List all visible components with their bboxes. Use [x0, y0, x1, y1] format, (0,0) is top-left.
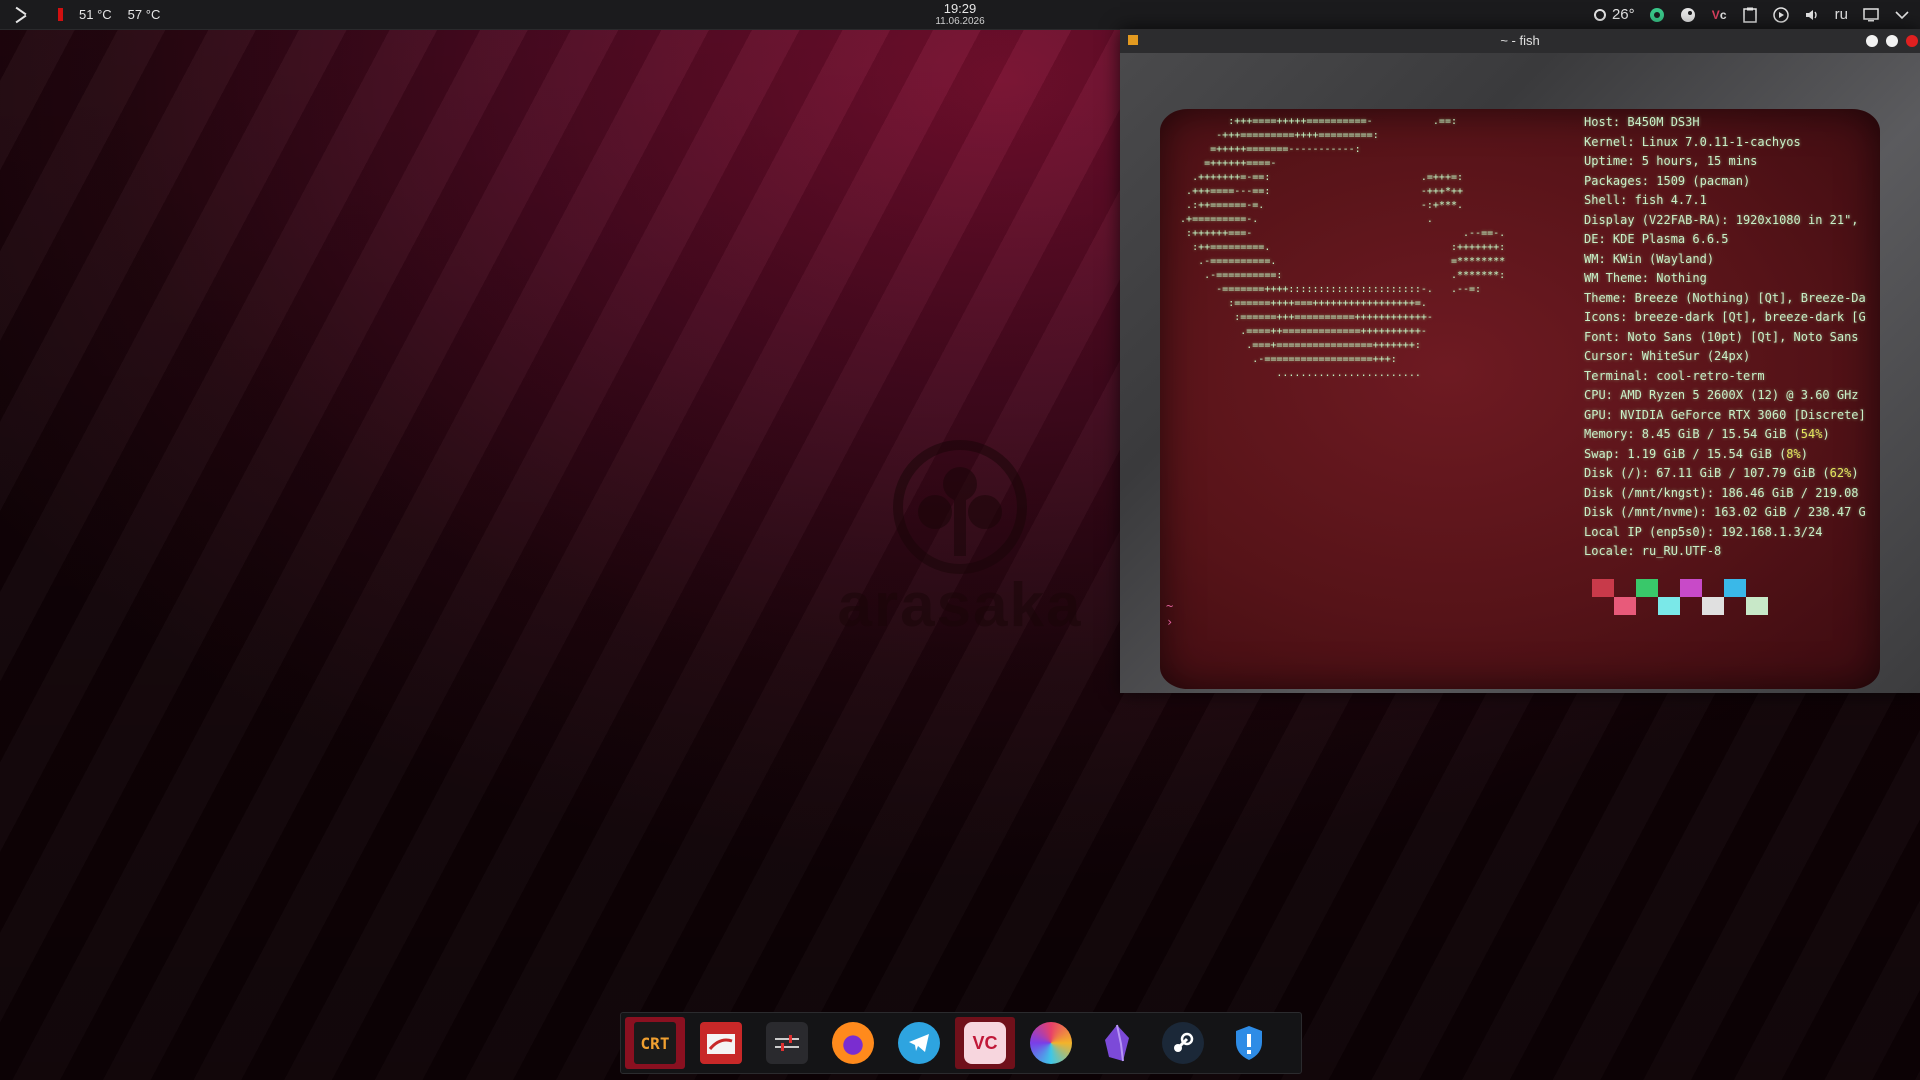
info-line: Icons: breeze-dark [Qt], breeze-dark [G — [1584, 310, 1866, 324]
info-line: Shell: fish 4.7.1 — [1584, 193, 1707, 207]
mixer-icon — [766, 1022, 808, 1064]
palette-swatch — [1702, 597, 1724, 615]
shell-prompt: ~ — [1166, 599, 1174, 613]
swap-percent: 8% — [1786, 446, 1801, 461]
vencord-tray-icon[interactable]: Vc — [1711, 6, 1728, 23]
palette-swatch — [1592, 579, 1614, 597]
info-line: Display (V22FAB-RA): 1920x1080 in 21", — [1584, 212, 1859, 227]
dock-item-file-manager[interactable] — [691, 1017, 751, 1069]
arasaka-emblem — [893, 440, 1027, 574]
terminal-window[interactable]: ~ - fish :+++====+++++==========- .==: -… — [1120, 29, 1920, 693]
info-line: Cursor: WhiteSur (24px) — [1584, 349, 1751, 363]
keyboard-layout[interactable]: ru — [1835, 6, 1848, 23]
palette-swatch — [1680, 579, 1702, 597]
volume-icon[interactable] — [1804, 6, 1821, 23]
palette-swatch — [1724, 579, 1746, 597]
info-line: Kernel: Linux 7.0.11-1-cachyos — [1584, 134, 1801, 149]
dock-item-cool-retro-term[interactable]: CRT — [625, 1017, 685, 1069]
clock-date: 11.06.2026 — [935, 16, 985, 27]
gpu-temperature[interactable]: 57 °C — [128, 7, 161, 22]
disk-root-label: Disk (/): 67.11 GiB / 107.79 GiB ( — [1584, 466, 1830, 480]
ksnip-icon — [1030, 1022, 1072, 1064]
temperature-bar-icon — [58, 8, 63, 21]
display-icon[interactable] — [1862, 6, 1879, 23]
disk-root-percent: 62% — [1829, 466, 1852, 480]
window-titlebar[interactable]: ~ - fish — [1120, 29, 1920, 53]
telegram-icon — [898, 1022, 940, 1064]
weather-widget[interactable]: 26° — [1593, 6, 1635, 23]
terminal-screen[interactable]: :+++====+++++==========- .==: -+++======… — [1160, 109, 1880, 689]
tray-app-icon[interactable] — [1649, 6, 1666, 23]
info-line: CPU: AMD Ryzen 5 2600X (12) @ 3.60 GHz — [1584, 388, 1859, 402]
info-line: Theme: Breeze (Nothing) [Qt], Breeze-Da — [1584, 290, 1866, 305]
dock-item-ksnip[interactable] — [1021, 1017, 1081, 1069]
window-title: ~ - fish — [1500, 33, 1540, 48]
top-panel: 51 °C 57 °C 19:29 11.06.2026 26° Vc ru — [0, 0, 1920, 30]
steam-icon — [1162, 1022, 1204, 1064]
dock-item-mixer[interactable] — [757, 1017, 817, 1069]
fastfetch-info: Host: B450M DS3H Kernel: Linux 7.0.11-1-… — [1584, 113, 1880, 562]
weather-temperature: 26° — [1611, 6, 1635, 23]
dock-item-telegram[interactable] — [889, 1017, 949, 1069]
info-line: GPU: NVIDIA GeForce RTX 3060 [Discrete] — [1584, 407, 1866, 422]
maximize-button[interactable] — [1886, 35, 1898, 47]
palette-swatch — [1614, 597, 1636, 615]
sun-icon — [1593, 8, 1606, 21]
wallpaper-logo: arasaka — [795, 440, 1125, 650]
crt-bezel: :+++====+++++==========- .==: -+++======… — [1120, 53, 1920, 693]
info-line: Local IP (enp5s0): 192.168.1.3/24 — [1584, 524, 1823, 539]
firefox-icon — [832, 1022, 874, 1064]
app-launcher-icon[interactable] — [12, 6, 30, 24]
info-line: Packages: 1509 (pacman) — [1584, 173, 1751, 188]
dock-item-security[interactable] — [1219, 1017, 1279, 1069]
dock-item-vencord[interactable]: VC — [955, 1017, 1015, 1069]
dock-item-firefox[interactable] — [823, 1017, 883, 1069]
dock-item-obsidian[interactable] — [1087, 1017, 1147, 1069]
palette-swatch — [1636, 579, 1658, 597]
digital-clock[interactable]: 19:29 11.06.2026 — [912, 2, 1008, 28]
palette-swatch — [1658, 597, 1680, 615]
info-line-swap: Swap: 1.19 GiB / 15.54 GiB (8%) — [1584, 446, 1808, 461]
shield-icon — [1228, 1022, 1270, 1064]
cpu-temperature[interactable]: 51 °C — [79, 7, 112, 22]
dock-item-steam[interactable] — [1153, 1017, 1213, 1069]
info-line: WM Theme: Nothing — [1584, 271, 1707, 285]
info-line: WM: KWin (Wayland) — [1584, 251, 1715, 266]
color-palette — [1592, 579, 1772, 615]
info-line: Disk (/mnt/nvme): 163.02 GiB / 238.47 G — [1584, 505, 1866, 519]
fastfetch-ascii-logo: :+++====+++++==========- .==: -+++======… — [1180, 116, 1506, 379]
info-line: Uptime: 5 hours, 15 mins — [1584, 154, 1758, 168]
info-line: Terminal: cool-retro-term — [1584, 368, 1765, 383]
cool-retro-term-icon: CRT — [634, 1022, 676, 1064]
info-line: Host: B450M DS3H — [1584, 115, 1700, 129]
shell-prompt-char[interactable]: › — [1166, 615, 1173, 629]
memory-label: Memory: 8.45 GiB / 15.54 GiB ( — [1584, 427, 1801, 441]
info-line: Disk (/mnt/kngst): 186.46 GiB / 219.08 — [1584, 485, 1859, 500]
clock-time: 19:29 — [943, 1, 977, 16]
obsidian-icon — [1096, 1022, 1138, 1064]
folder-icon — [700, 1022, 742, 1064]
vencord-icon: VC — [964, 1022, 1006, 1064]
info-line-disk-root: Disk (/): 67.11 GiB / 107.79 GiB (62%) — [1584, 466, 1859, 480]
palette-swatch — [1746, 597, 1768, 615]
minimize-button[interactable] — [1866, 35, 1878, 47]
taskbar-dock: CRT VC — [620, 1012, 1302, 1074]
info-line-memory: Memory: 8.45 GiB / 15.54 GiB (54%) — [1584, 427, 1830, 441]
wallpaper-logo-text: arasaka — [837, 571, 1083, 640]
clipboard-icon[interactable] — [1742, 6, 1759, 23]
steam-tray-icon[interactable] — [1680, 6, 1697, 23]
info-line: Locale: ru_RU.UTF-8 — [1584, 544, 1722, 558]
chevron-down-icon[interactable] — [1893, 6, 1910, 23]
swap-label: Swap: 1.19 GiB / 15.54 GiB ( — [1584, 446, 1787, 461]
memory-percent: 54% — [1800, 427, 1823, 441]
info-line: DE: KDE Plasma 6.6.5 — [1584, 232, 1729, 246]
close-button[interactable] — [1906, 35, 1918, 47]
info-line: Font: Noto Sans (10pt) [Qt], Noto Sans — [1584, 329, 1859, 344]
media-player-icon[interactable] — [1773, 6, 1790, 23]
